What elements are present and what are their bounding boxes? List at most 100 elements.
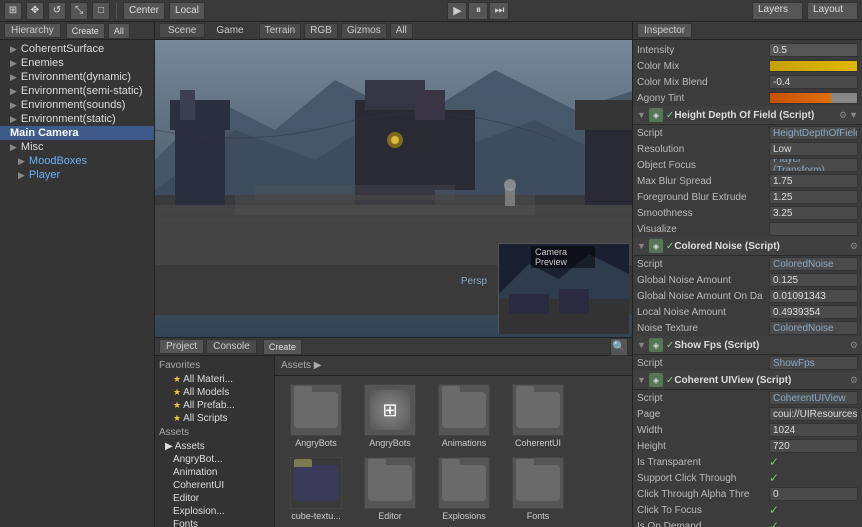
insp-colormix-bar[interactable] (769, 60, 858, 72)
insp-resolution-value[interactable]: Low (769, 142, 858, 156)
insp-nlocal-value[interactable]: 0.4939354 (769, 305, 858, 319)
proj-coherentui[interactable]: CoherentUI (155, 479, 274, 492)
hier-misc[interactable]: ▶ Misc (0, 140, 154, 154)
star-icon: ★ (173, 374, 181, 385)
asset-animations[interactable]: Animations (429, 382, 499, 451)
section-more-btn[interactable]: ▼ (849, 110, 858, 121)
terrain-btn[interactable]: Terrain (259, 23, 302, 39)
gizmos-btn[interactable]: Gizmos (341, 23, 387, 39)
center-button[interactable]: Center (123, 2, 165, 20)
unity-menu-icon[interactable]: ⊞ (4, 2, 22, 20)
hier-main-camera[interactable]: Main Camera (0, 126, 154, 140)
transform-tool[interactable]: ✥ (26, 2, 44, 20)
insp-clickalpha-value[interactable]: 0 (769, 487, 858, 501)
proj-all-materials[interactable]: ★ All Materi... (155, 373, 274, 386)
insp-intensity-value[interactable]: 0.5 (769, 43, 858, 57)
folder-exp-icon (438, 457, 490, 509)
asset-angrybots[interactable]: AngryBots (281, 382, 351, 451)
noise-script-row: Script ColoredNoise (633, 256, 862, 272)
proj-all-models[interactable]: ★ All Models (155, 386, 274, 399)
asset-label: CoherentUI (515, 438, 561, 449)
hier-env-dynamic[interactable]: ▶ Environment(dynamic) (0, 70, 154, 84)
hierarchy-create-btn[interactable]: Create (66, 23, 105, 39)
console-tab[interactable]: Console (206, 339, 257, 354)
section-settings-btn[interactable]: ⚙ (850, 241, 858, 252)
layers-dropdown[interactable]: Layers (752, 2, 803, 20)
step-button[interactable]: ⏭ (489, 2, 509, 20)
proj-explosions[interactable]: Explosion... (155, 505, 274, 518)
colored-noise-section-header[interactable]: ▼ ◈ ✓ Colored Noise (Script) ⚙ (633, 237, 862, 256)
hier-coherent-surface[interactable]: ▶ CoherentSurface (0, 42, 154, 56)
section-settings-btn[interactable]: ⚙ (850, 375, 858, 386)
layout-dropdown[interactable]: Layout (807, 2, 858, 20)
insp-height-value[interactable]: 720 (769, 439, 858, 453)
section-settings-btn[interactable]: ⚙ (839, 110, 847, 121)
proj-animation[interactable]: Animation (155, 466, 274, 479)
scale-tool[interactable]: ⤡ (70, 2, 88, 20)
pause-button[interactable]: ⏸ (468, 2, 488, 20)
asset-editor[interactable]: Editor (355, 455, 425, 524)
insp-smooth-value[interactable]: 3.25 (769, 206, 858, 220)
insp-nglobal-value[interactable]: 0.125 (769, 273, 858, 287)
insp-script-value[interactable]: HeightDepthOfField (769, 126, 858, 140)
insp-nglobalda-value[interactable]: 0.01091343 (769, 289, 858, 303)
project-tab[interactable]: Project (159, 339, 204, 354)
proj-all-prefabs[interactable]: ★ All Prefab... (155, 399, 274, 412)
section-settings-btn[interactable]: ⚙ (850, 340, 858, 351)
hier-moodboxes[interactable]: ▶ MoodBoxes (0, 154, 154, 168)
inspector-tab[interactable]: Inspector (637, 23, 692, 38)
scene-viewport[interactable]: Z Camera Preview Persp (155, 40, 632, 337)
rect-tool[interactable]: □ (92, 2, 110, 20)
proj-editor[interactable]: Editor (155, 492, 274, 505)
height-depth-section-header[interactable]: ▼ ◈ ✓ Height Depth Of Field (Script) ⚙ ▼ (633, 106, 862, 125)
asset-fonts[interactable]: Fonts (503, 455, 573, 524)
scene-tab[interactable]: Scene (159, 23, 205, 38)
coherent-uiview-section-header[interactable]: ▼ ◈ ✓ Coherent UIView (Script) ⚙ (633, 371, 862, 390)
height-maxblur-row: Max Blur Spread 1.75 (633, 173, 862, 189)
asset-explosions[interactable]: Explosions (429, 455, 499, 524)
game-tab[interactable]: Game (207, 23, 252, 38)
hier-player[interactable]: ▶ Player (0, 168, 154, 182)
insp-fscript-value[interactable]: ShowFps (769, 356, 858, 370)
insp-ntexture-value[interactable]: ColoredNoise (769, 321, 858, 335)
insp-fgblur-value[interactable]: 1.25 (769, 190, 858, 204)
insp-agonytint-bar[interactable] (769, 92, 858, 104)
insp-nscript-value[interactable]: ColoredNoise (769, 257, 858, 271)
hierarchy-all-btn[interactable]: All (108, 23, 130, 39)
rgb-btn[interactable]: RGB (304, 23, 338, 39)
all-btn[interactable]: All (390, 23, 413, 39)
proj-all-scripts[interactable]: ★ All Scripts (155, 412, 274, 425)
insp-cscript-value[interactable]: CoherentUIView (769, 391, 858, 405)
insp-width-value[interactable]: 1024 (769, 423, 858, 437)
section-arrow-icon: ▼ (637, 375, 646, 385)
search-icon[interactable]: 🔍 (610, 338, 628, 356)
hier-env-sounds[interactable]: ▶ Environment(sounds) (0, 98, 154, 112)
hier-env-static[interactable]: ▶ Environment(static) (0, 112, 154, 126)
insp-visualize-value[interactable] (769, 222, 858, 236)
insp-colormixblend-value[interactable]: -0.4 (769, 75, 858, 89)
coh-transparent-row: Is Transparent ✓ (633, 454, 862, 470)
noise-global-row: Global Noise Amount 0.125 (633, 272, 862, 288)
insp-page-value[interactable]: coui://UIResources/Achiev (769, 407, 858, 421)
proj-angry-bots[interactable]: AngryBot... (155, 453, 274, 466)
insp-clickfocus-check[interactable]: ✓ (769, 503, 779, 517)
asset-coherentui[interactable]: CoherentUI (503, 382, 573, 451)
insp-transparent-check[interactable]: ✓ (769, 455, 779, 469)
asset-cube-texture[interactable]: cube-textu... (281, 455, 351, 524)
play-button[interactable]: ▶ (447, 2, 467, 20)
proj-fonts[interactable]: Fonts (155, 518, 274, 527)
insp-objfocus-value[interactable]: Player (Transform) (769, 158, 858, 172)
rotate-tool[interactable]: ↺ (48, 2, 66, 20)
asset-angrybots2[interactable]: ⊞ AngryBots (355, 382, 425, 451)
hierarchy-tab[interactable]: Hierarchy (4, 23, 61, 38)
project-create-btn[interactable]: Create (263, 339, 302, 355)
local-button[interactable]: Local (169, 2, 205, 20)
hier-env-semi[interactable]: ▶ Environment(semi-static) (0, 84, 154, 98)
show-fps-section-header[interactable]: ▼ ◈ ✓ Show Fps (Script) ⚙ (633, 336, 862, 355)
insp-maxblur-value[interactable]: 1.75 (769, 174, 858, 188)
hier-enemies[interactable]: ▶ Enemies (0, 56, 154, 70)
insp-clickthrough-check[interactable]: ✓ (769, 471, 779, 485)
proj-assets-root[interactable]: ▶ Assets (155, 440, 274, 453)
insp-cscript-label: Script (637, 393, 767, 404)
insp-ondemand-check[interactable]: ✓ (769, 519, 779, 527)
